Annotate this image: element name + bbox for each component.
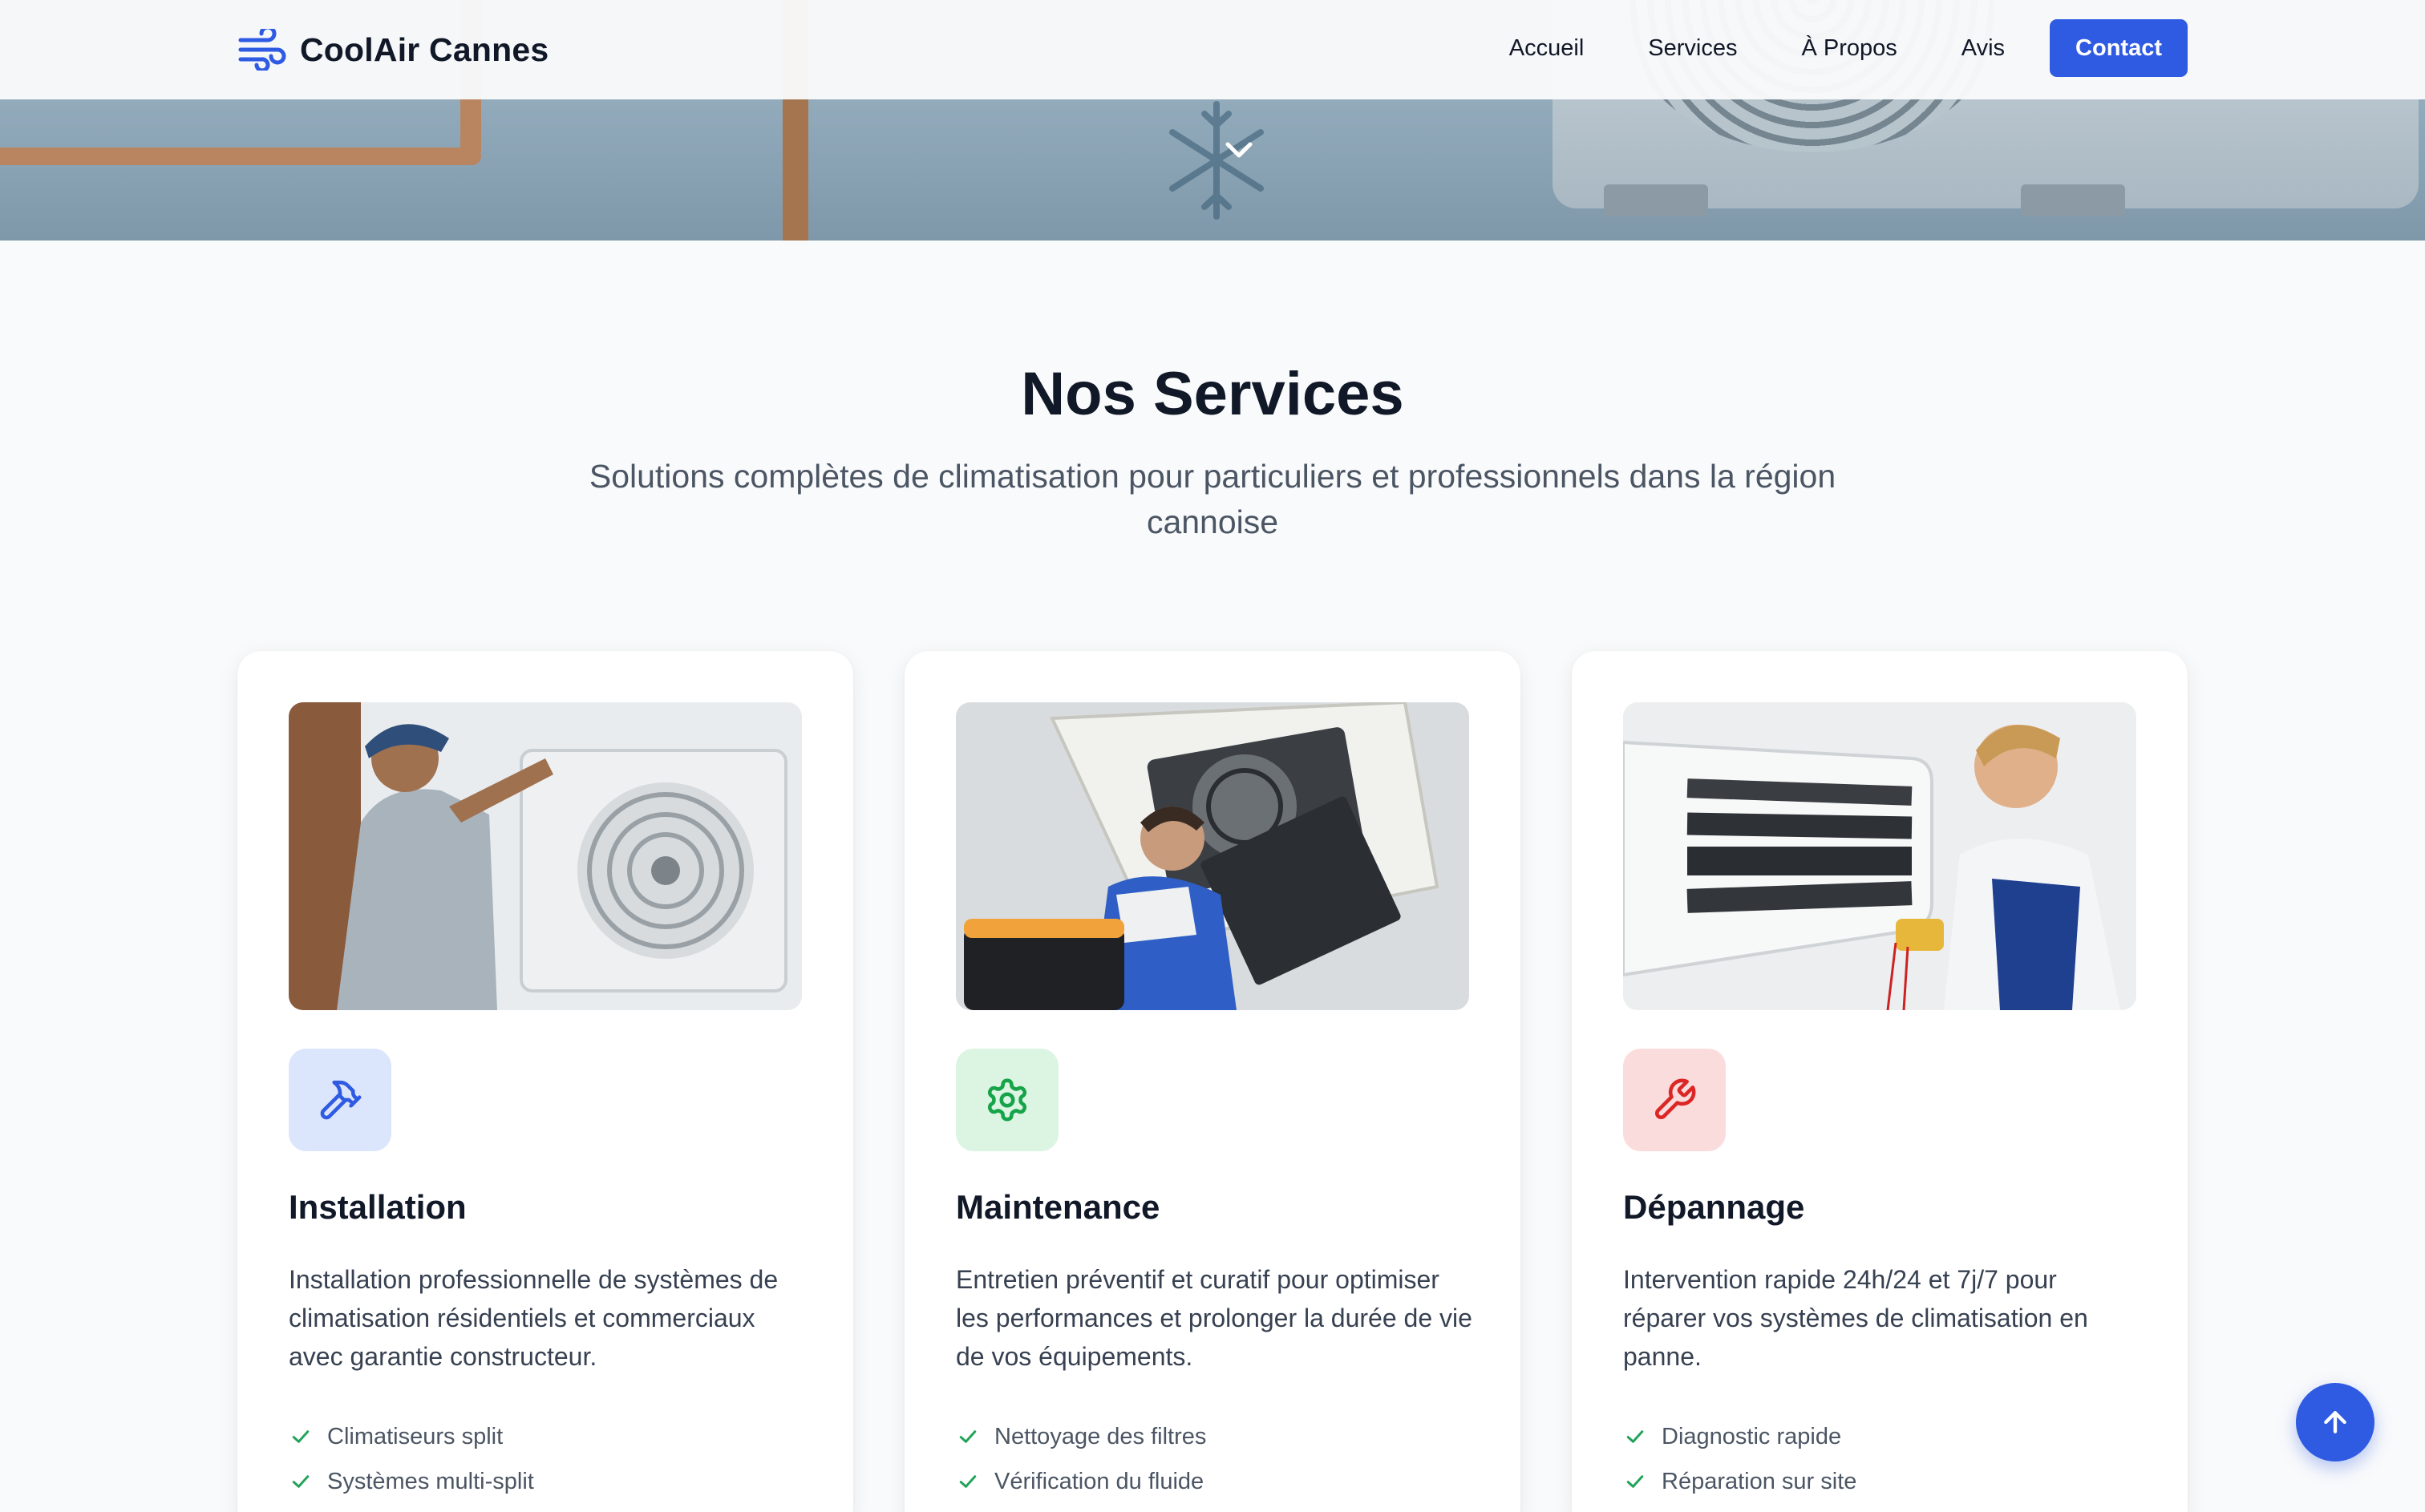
arrow-up-icon (2324, 1411, 2346, 1433)
feature-label: Vérification du fluide (994, 1468, 1204, 1494)
check-icon (959, 1475, 977, 1488)
list-item: Nettoyage des filtres (956, 1414, 1206, 1459)
check-icon (1626, 1430, 1644, 1443)
check-icon (959, 1430, 977, 1443)
nav-link-a-propos[interactable]: À Propos (1801, 35, 1897, 62)
unit-foot (1604, 184, 1708, 216)
list-item: Climatiseurs split (289, 1414, 534, 1459)
list-item: Vérification du fluide (956, 1459, 1206, 1504)
service-title: Installation (289, 1188, 467, 1226)
check-icon (292, 1475, 310, 1488)
list-item: Systèmes multi-split (289, 1459, 534, 1504)
service-photo (289, 702, 802, 1010)
scroll-to-top-button[interactable] (2296, 1383, 2374, 1461)
service-icon-badge (956, 1049, 1059, 1151)
feature-list: Nettoyage des filtres Vérification du fl… (956, 1414, 1206, 1504)
feature-label: Réparation sur site (1662, 1468, 1857, 1494)
service-card-maintenance: Maintenance Entretien préventif et curat… (905, 651, 1520, 1512)
section-title: Nos Services (1021, 360, 1404, 428)
nav-link-avis[interactable]: Avis (1961, 35, 2005, 62)
list-item: Diagnostic rapide (1623, 1414, 1856, 1459)
main-nav: Accueil Services À Propos Avis Contact (1509, 19, 2188, 77)
check-icon (292, 1430, 310, 1443)
copper-pipe (0, 148, 481, 165)
nav-link-accueil[interactable]: Accueil (1509, 35, 1585, 62)
gear-icon (987, 1078, 1027, 1122)
brand-name: CoolAir Cannes (300, 30, 549, 68)
service-photo (1623, 702, 2136, 1010)
feature-list: Diagnostic rapide Réparation sur site (1623, 1414, 1856, 1504)
service-card-depannage: Dépannage Intervention rapide 24h/24 et … (1572, 651, 2188, 1512)
unit-foot (2021, 184, 2125, 216)
service-card-installation: Installation Installation professionnell… (237, 651, 853, 1512)
service-description: Intervention rapide 24h/24 et 7j/7 pour … (1623, 1265, 2088, 1371)
contact-button[interactable]: Contact (2050, 19, 2188, 77)
list-item: Réparation sur site (1623, 1459, 1856, 1504)
feature-label: Systèmes multi-split (327, 1468, 534, 1494)
service-icon-badge (289, 1049, 391, 1151)
feature-label: Diagnostic rapide (1662, 1423, 1842, 1449)
service-description: Entretien préventif et curatif pour opti… (956, 1265, 1472, 1371)
check-icon (1626, 1475, 1644, 1488)
wind-icon (238, 29, 286, 71)
nav-link-services[interactable]: Services (1648, 35, 1737, 62)
hammer-icon (320, 1080, 362, 1120)
service-title: Dépannage (1623, 1188, 1805, 1226)
feature-label: Climatiseurs split (327, 1423, 504, 1449)
top-navbar: CoolAir Cannes Accueil Services À Propos… (0, 0, 2425, 99)
chevron-down-icon[interactable] (1223, 138, 1255, 162)
service-photo (956, 702, 1469, 1010)
service-description: Installation professionnelle de systèmes… (289, 1265, 779, 1371)
section-subtitle: Solutions complètes de climatisation pou… (589, 458, 1836, 540)
service-icon-badge (1623, 1049, 1726, 1151)
feature-list: Climatiseurs split Systèmes multi-split (289, 1414, 534, 1504)
service-title: Maintenance (956, 1188, 1160, 1226)
brand-logo[interactable]: CoolAir Cannes (237, 24, 549, 75)
feature-label: Nettoyage des filtres (994, 1423, 1207, 1449)
wrench-icon (1654, 1078, 1696, 1120)
